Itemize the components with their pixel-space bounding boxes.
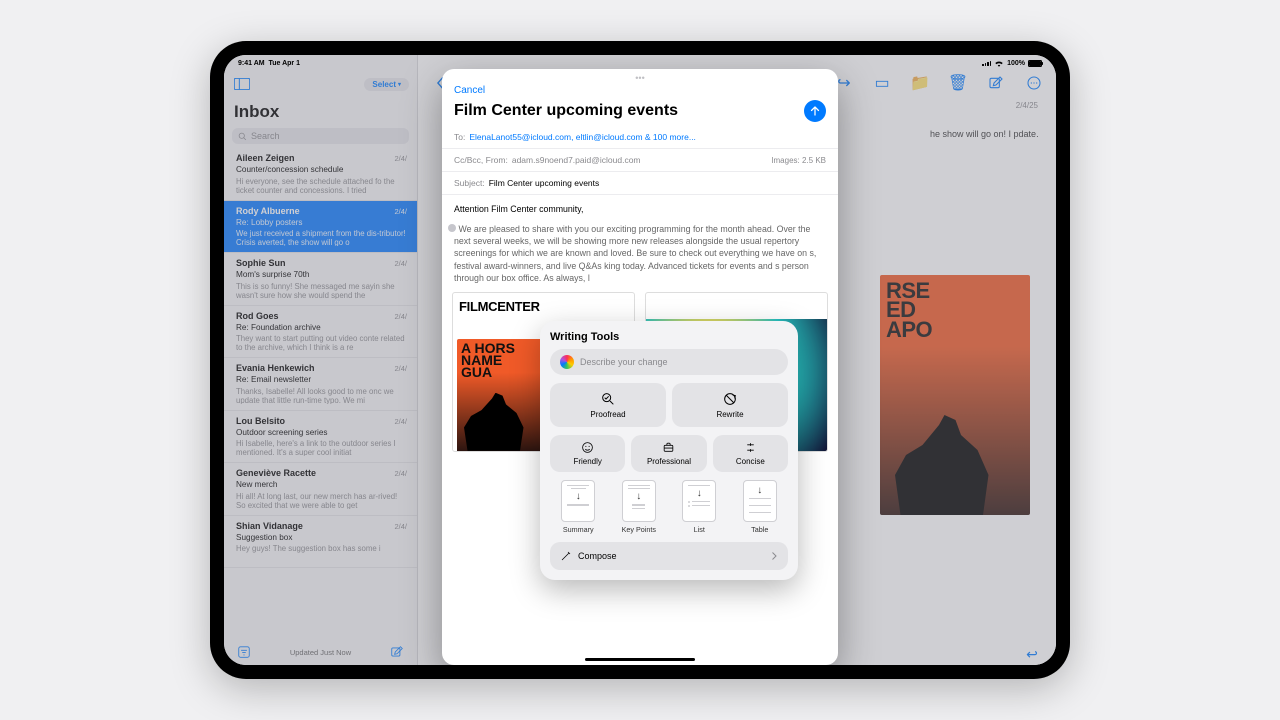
rewrite-icon xyxy=(722,391,738,407)
sparkle-icon xyxy=(560,355,574,369)
smile-icon xyxy=(581,441,594,454)
message-row[interactable]: Lou Belsito2/4/Outdoor screening seriesH… xyxy=(224,411,417,464)
professional-button[interactable]: Professional xyxy=(631,435,706,472)
search-icon xyxy=(238,132,247,141)
writing-tools-popover: Writing Tools Describe your change Proof… xyxy=(540,321,798,580)
compose-small-button[interactable] xyxy=(387,642,407,662)
summary-button[interactable]: ↓Summary xyxy=(550,480,607,534)
filter-button[interactable] xyxy=(234,642,254,662)
trash-icon[interactable]: 🗑 xyxy=(948,73,968,93)
cancel-button[interactable]: Cancel xyxy=(454,85,485,96)
concise-button[interactable]: Concise xyxy=(713,435,788,472)
battery-pct: 100% xyxy=(1007,60,1025,67)
magnify-check-icon xyxy=(600,391,616,407)
table-button[interactable]: ↓Table xyxy=(732,480,789,534)
chevron-right-icon xyxy=(770,551,778,561)
cc-from-field[interactable]: Cc/Bcc, From:adam.s9noend7.paid@icloud.c… xyxy=(442,149,838,172)
compose-tool-button[interactable]: Compose xyxy=(550,542,788,570)
grabber-icon[interactable]: ••• xyxy=(442,69,838,83)
panel-toggle-button[interactable] xyxy=(232,74,252,94)
message-row[interactable]: Sophie Sun2/4/Mom's surprise 70thThis is… xyxy=(224,253,417,306)
folder-icon[interactable]: 📁 xyxy=(910,73,930,93)
mail-date: 2/4/25 xyxy=(1016,101,1038,110)
status-bar: 9:41 AM Tue Apr 1 100% xyxy=(224,55,1056,71)
wifi-icon xyxy=(994,59,1004,67)
message-row[interactable]: Rod Goes2/4/Re: Foundation archiveThey w… xyxy=(224,306,417,359)
mail-snippet: he show will go on! I pdate. xyxy=(930,129,1040,139)
battery-icon xyxy=(1028,60,1042,67)
home-indicator[interactable] xyxy=(585,658,695,661)
compose-button[interactable] xyxy=(986,73,1006,93)
briefcase-icon xyxy=(662,441,675,454)
rewrite-button[interactable]: Rewrite xyxy=(672,383,788,427)
message-row[interactable]: Evania Henkewich2/4/Re: Email newsletter… xyxy=(224,358,417,411)
list-button[interactable]: ↓List xyxy=(671,480,728,534)
compose-title: Film Center upcoming events xyxy=(454,96,690,126)
subject-field[interactable]: Subject:Film Center upcoming events xyxy=(442,172,838,195)
proofread-button[interactable]: Proofread xyxy=(550,383,666,427)
more-button[interactable] xyxy=(1024,73,1044,93)
keypoints-button[interactable]: ↓Key Points xyxy=(611,480,668,534)
search-input[interactable]: Search xyxy=(232,128,409,144)
message-row[interactable]: Shian Vidanage2/4/Suggestion boxHey guys… xyxy=(224,516,417,569)
reply-button-bottom[interactable]: ↩︎ xyxy=(1022,644,1042,664)
message-row[interactable]: Aileen Zeigen2/4/Counter/concession sche… xyxy=(224,148,417,201)
writing-tools-title: Writing Tools xyxy=(550,331,788,349)
compose-body[interactable]: Attention Film Center community, We are … xyxy=(442,195,838,292)
message-row[interactable]: Rody Albuerne2/4/Re: Lobby postersWe jus… xyxy=(224,201,417,254)
concise-icon xyxy=(744,441,757,454)
poster-image: RSE ED APO xyxy=(880,275,1030,515)
select-button[interactable]: Select▾ xyxy=(364,78,409,91)
archive-icon[interactable]: ▭ xyxy=(872,73,892,93)
send-button[interactable] xyxy=(804,100,826,122)
describe-change-input[interactable]: Describe your change xyxy=(550,349,788,375)
sidebar: Select▾ Inbox Search Aileen Zeigen2/4/Co… xyxy=(224,55,418,665)
to-field[interactable]: To:ElenaLanot55@icloud.com, eltlin@iclou… xyxy=(442,126,838,149)
signal-icon xyxy=(982,61,991,66)
wand-icon xyxy=(560,550,572,562)
inbox-title: Inbox xyxy=(224,98,417,126)
updated-label: Updated Just Now xyxy=(290,648,351,657)
message-row[interactable]: Geneviève Racette2/4/New merchHi all! At… xyxy=(224,463,417,516)
friendly-button[interactable]: Friendly xyxy=(550,435,625,472)
